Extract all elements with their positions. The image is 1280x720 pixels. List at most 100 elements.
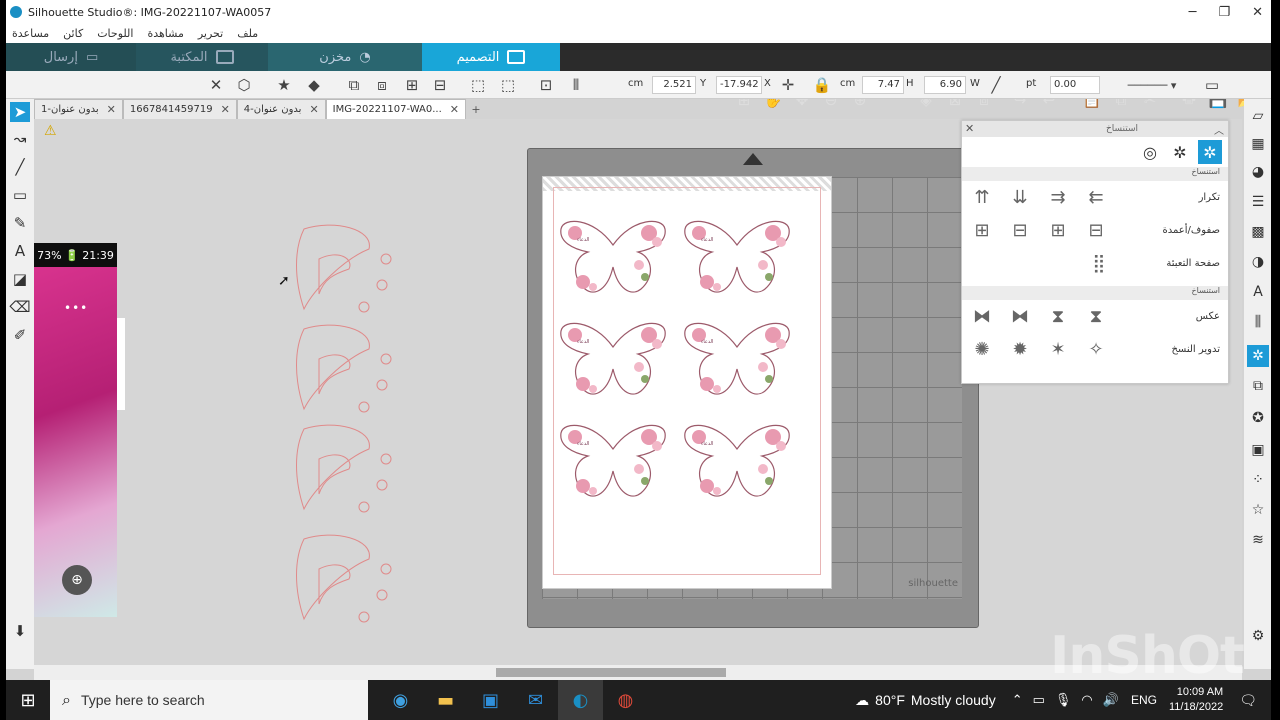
duplicate-left-icon[interactable]: ⇇ <box>1084 186 1108 210</box>
duplicate-right-icon[interactable]: ⇉ <box>1046 186 1070 210</box>
pencil-tool-icon[interactable]: ✎ <box>10 213 30 233</box>
trace-panel-icon[interactable]: ⁘ <box>1247 469 1269 491</box>
doc-tab[interactable]: بدون عنوان-4 ✕ <box>236 99 326 119</box>
menu-panels[interactable]: اللوحات <box>97 27 133 40</box>
point-edit-icon[interactable]: ↝ <box>10 129 30 149</box>
transform-icon[interactable]: ⊡ <box>536 75 556 95</box>
compound-icon[interactable]: ⊞ <box>402 75 422 95</box>
mirror-up-icon[interactable]: ⧗ <box>1046 305 1070 329</box>
close-tab-icon[interactable]: ✕ <box>450 103 459 116</box>
menu-file[interactable]: ملف <box>237 27 258 40</box>
release-icon[interactable]: ⊟ <box>430 75 450 95</box>
sketch-panel-icon[interactable]: ☆ <box>1247 499 1269 521</box>
settings-icon[interactable]: ⚙ <box>1247 625 1269 647</box>
download-icon[interactable]: ⬇ <box>10 621 30 641</box>
weather-widget[interactable]: ☁ 80°F Mostly cloudy <box>855 692 996 709</box>
menu-view[interactable]: مشاهدة <box>147 27 183 40</box>
y-position-field[interactable]: -17.942 <box>716 76 762 94</box>
modify-panel-icon[interactable]: ✪ <box>1247 407 1269 429</box>
clock[interactable]: 10:09 AM 11/18/2022 <box>1169 685 1223 715</box>
panel-close-icon[interactable]: ✕ <box>965 122 974 135</box>
maximize-button[interactable]: ❐ <box>1218 5 1230 20</box>
fill-color-panel-icon[interactable]: ◕ <box>1247 161 1269 183</box>
align-icon[interactable]: ⬚ <box>468 75 488 95</box>
replicate-mode-icon[interactable]: ✲ <box>1198 140 1222 164</box>
tab-send[interactable]: إرسال ▭ <box>6 43 136 71</box>
mirror-left-icon[interactable]: ⧓ <box>1008 305 1032 329</box>
x-position-field[interactable]: 2.521 <box>652 76 696 94</box>
mirror-down-icon[interactable]: ⧗ <box>1084 305 1108 329</box>
taskbar-search[interactable]: ⌕ Type here to search <box>50 680 368 720</box>
line-style-dropdown[interactable]: ────── ▾ <box>1112 75 1192 95</box>
star-icon[interactable]: ★ <box>274 75 294 95</box>
move-position-icon[interactable]: ✛ <box>778 75 798 95</box>
fill-page-icon[interactable]: ⣿ <box>1087 252 1111 276</box>
align-panel-icon[interactable]: ⫼ <box>1247 311 1269 333</box>
panel-collapse-icon[interactable]: ︿ <box>1214 122 1224 137</box>
tab-design[interactable]: التصميم <box>422 43 560 71</box>
rotate-many-icon[interactable]: ✺ <box>970 338 994 362</box>
line-style-panel-icon[interactable]: ☰ <box>1247 191 1269 213</box>
knife-tool-icon[interactable]: ✐ <box>10 325 30 345</box>
scroll-thumb[interactable] <box>496 668 726 677</box>
fill-tool-icon[interactable]: ◪ <box>10 269 30 289</box>
close-button[interactable]: ✕ <box>1252 5 1263 20</box>
rectangle-tool-icon[interactable]: ▭ <box>10 185 30 205</box>
line-tool-icon[interactable]: ╱ <box>10 157 30 177</box>
rotate-four-icon[interactable]: ✧ <box>1084 338 1108 362</box>
row-up-icon[interactable]: ⊞ <box>970 219 994 243</box>
tab-library[interactable]: المكتبة <box>136 43 268 71</box>
distribute-icon[interactable]: ⬚ <box>498 75 518 95</box>
menu-edit[interactable]: تحرير <box>198 27 223 40</box>
offset-panel-icon[interactable]: ▣ <box>1247 439 1269 461</box>
delete-icon[interactable]: ✕ <box>206 75 226 95</box>
shapes-icon[interactable]: ◆ <box>304 75 324 95</box>
text-style-icon[interactable]: A <box>1247 281 1269 303</box>
menu-help[interactable]: مساعدة <box>12 27 49 40</box>
pen-line-icon[interactable]: ╱ <box>986 75 1006 95</box>
network-icon[interactable]: ▭ <box>1033 692 1045 708</box>
file-explorer-icon[interactable]: ▬ <box>423 680 468 720</box>
rotate-eight-icon[interactable]: ✹ <box>1008 338 1032 362</box>
line-width-field[interactable]: 0.00 <box>1050 76 1100 94</box>
width-field[interactable]: 6.90 <box>924 76 966 94</box>
bar-icon[interactable]: ⫴ <box>566 75 586 95</box>
chevron-up-icon[interactable]: ⌃ <box>1012 692 1023 708</box>
row-down-icon[interactable]: ⊟ <box>1008 219 1032 243</box>
doc-tab-active[interactable]: IMG-20221107-WA0... ✕ <box>325 99 466 119</box>
pixscan-icon[interactable]: ▦ <box>1247 133 1269 155</box>
rotate-six-icon[interactable]: ✶ <box>1046 338 1070 362</box>
silhouette-app-icon[interactable]: ◐ <box>558 680 603 720</box>
add-tab-icon[interactable]: + <box>466 99 486 119</box>
height-field[interactable]: 7.47 <box>862 76 904 94</box>
duplicate-down-icon[interactable]: ⇊ <box>1008 186 1032 210</box>
tab-store[interactable]: مخزن ◔ <box>268 43 422 71</box>
close-tab-icon[interactable]: ✕ <box>221 103 230 116</box>
language-indicator[interactable]: ENG <box>1131 693 1157 707</box>
notification-icon[interactable]: 🗨 <box>1239 692 1257 709</box>
doc-tab[interactable]: 1667841459719 ✕ <box>122 99 237 119</box>
eraser-tool-icon[interactable]: ⌫ <box>9 297 30 317</box>
doc-tab[interactable]: بدون عنوان-1 ✕ <box>34 99 123 119</box>
transparency-icon[interactable]: ◑ <box>1247 251 1269 273</box>
trace-mode-icon[interactable]: ✲ <box>1168 140 1192 164</box>
col-right-icon[interactable]: ⊞ <box>1046 219 1070 243</box>
page-area[interactable]: الدعاء <box>542 176 832 589</box>
close-tab-icon[interactable]: ✕ <box>309 103 318 116</box>
replicate-panel-icon[interactable]: ✲ <box>1247 345 1269 367</box>
group-icon[interactable]: ⧉ <box>344 75 364 95</box>
volume-icon[interactable]: 🔊 <box>1103 692 1119 708</box>
microphone-icon[interactable]: 🎙 <box>1055 692 1072 708</box>
text-tool-icon[interactable]: A <box>10 241 30 261</box>
mirror-right-icon[interactable]: ⧓ <box>970 305 994 329</box>
minimize-button[interactable]: ─ <box>1189 5 1197 20</box>
store-app-icon[interactable]: ▣ <box>468 680 513 720</box>
lock-icon[interactable]: 🔒 <box>812 75 832 95</box>
library-panel-icon[interactable]: ≋ <box>1247 529 1269 551</box>
3d-box-icon[interactable]: ⬡ <box>234 75 254 95</box>
duplicate-up-icon[interactable]: ⇈ <box>970 186 994 210</box>
fill-color-icon[interactable]: ▭ <box>1202 75 1222 95</box>
col-left-icon[interactable]: ⊟ <box>1084 219 1108 243</box>
menu-object[interactable]: كائن <box>63 27 83 40</box>
wifi-icon[interactable]: ◠ <box>1081 692 1092 708</box>
